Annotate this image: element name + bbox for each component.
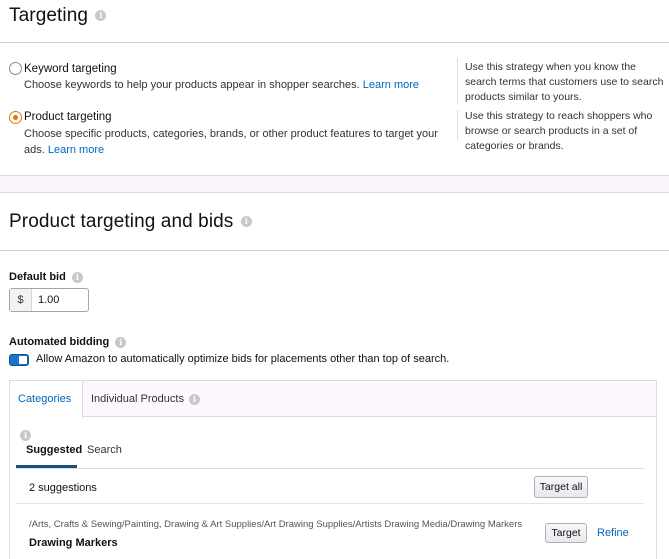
suggestion-category-name: Drawing Markers [29, 537, 118, 549]
subtab-search[interactable]: Search [87, 444, 122, 456]
product-targeting-title-text: Product targeting and bids [9, 211, 234, 232]
info-icon[interactable]: i [20, 429, 31, 441]
tab-categories[interactable]: Categories i [10, 381, 83, 441]
targeting-tabs-panel: Categories i Individual Products i Sugge… [9, 380, 657, 559]
default-bid-field[interactable]: $ [9, 288, 89, 312]
default-bid-label: Default bid i [9, 271, 83, 283]
automated-bidding-label: Automated bidding i [9, 336, 127, 348]
targeting-title: Targeting i [9, 5, 107, 27]
keyword-targeting-description: Choose keywords to help your products ap… [24, 77, 444, 93]
divider [0, 250, 669, 251]
divider [457, 58, 458, 104]
product-targeting-label[interactable]: Product targeting [24, 111, 112, 123]
keyword-targeting-radio[interactable] [9, 62, 22, 75]
section-separator [0, 175, 669, 193]
default-bid-input[interactable] [32, 289, 88, 311]
info-icon[interactable]: i [95, 10, 107, 22]
learn-more-link[interactable]: Learn more [48, 144, 104, 156]
info-icon[interactable]: i [240, 216, 252, 228]
product-targeting-description: Choose specific products, categories, br… [24, 126, 444, 158]
divider [0, 42, 669, 43]
suggestion-category-path: /Arts, Crafts & Sewing/Painting, Drawing… [29, 519, 523, 530]
learn-more-link[interactable]: Learn more [363, 79, 419, 91]
divider [16, 468, 644, 469]
divider [457, 110, 458, 140]
info-icon[interactable]: i [189, 393, 201, 405]
subtab-suggested[interactable]: Suggested [26, 444, 82, 456]
currency-prefix: $ [10, 289, 32, 311]
automated-bidding-label-text: Automated bidding [9, 336, 110, 348]
target-button[interactable]: Target [545, 523, 587, 543]
info-icon[interactable]: i [115, 336, 127, 348]
default-bid-label-text: Default bid [9, 271, 66, 283]
keyword-targeting-note: Use this strategy when you know the sear… [465, 61, 664, 103]
refine-link[interactable]: Refine [597, 527, 629, 539]
keyword-targeting-label[interactable]: Keyword targeting [24, 63, 117, 75]
target-all-button[interactable]: Target all [534, 476, 588, 498]
suggestions-count: 2 suggestions [29, 482, 97, 494]
divider [16, 503, 644, 504]
targeting-title-text: Targeting [9, 5, 89, 26]
keyword-targeting-description-text: Choose keywords to help your products ap… [24, 79, 360, 91]
tab-bar: Categories i Individual Products i [10, 381, 656, 441]
automated-bidding-toggle[interactable] [9, 354, 29, 366]
product-targeting-note: Use this strategy to reach shoppers who … [465, 110, 653, 152]
tab-individual-products[interactable]: Individual Products i [83, 381, 208, 417]
tab-categories-label: Categories [18, 393, 72, 405]
info-icon[interactable]: i [71, 271, 83, 283]
product-targeting-radio[interactable] [9, 111, 22, 124]
tab-individual-products-label: Individual Products [91, 393, 184, 405]
automated-bidding-description: Allow Amazon to automatically optimize b… [36, 353, 450, 365]
product-targeting-title: Product targeting and bids i [9, 211, 252, 233]
